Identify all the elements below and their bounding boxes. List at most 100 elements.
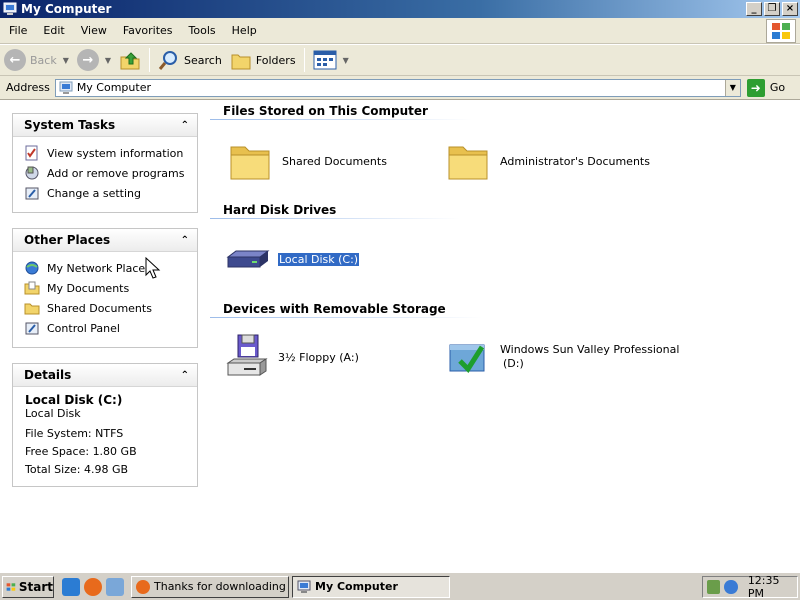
menu-tools[interactable]: Tools bbox=[181, 24, 224, 37]
content-area: System Tasks ⌃ View system information A… bbox=[0, 101, 800, 571]
menu-bar: File Edit View Favorites Tools Help bbox=[0, 18, 800, 44]
back-button[interactable]: ← Back ▼ bbox=[0, 46, 73, 74]
menu-file[interactable]: File bbox=[0, 24, 35, 37]
taskbar-firefox-task[interactable]: Thanks for downloading ... bbox=[131, 575, 289, 598]
administrators-documents-item[interactable]: Administrator's Documents bbox=[446, 137, 650, 185]
up-folder-icon bbox=[120, 52, 140, 70]
administrators-documents-label: Administrator's Documents bbox=[500, 154, 650, 168]
main-pane: Files Stored on This Computer Shared Doc… bbox=[210, 101, 800, 571]
section-divider bbox=[210, 218, 460, 219]
hard-disk-icon bbox=[226, 250, 270, 268]
collapse-chevron-icon[interactable]: ⌃ bbox=[181, 235, 189, 246]
mouse-cursor-icon bbox=[145, 257, 161, 279]
views-dropdown-icon[interactable]: ▼ bbox=[343, 56, 349, 65]
go-button[interactable]: ➜ Go bbox=[746, 78, 786, 97]
details-header[interactable]: Details ⌃ bbox=[13, 364, 197, 387]
go-label: Go bbox=[769, 81, 786, 94]
view-system-info-label: View system information bbox=[47, 146, 184, 160]
cd-drive-d-label: Windows Sun Valley Professional bbox=[500, 343, 680, 356]
go-arrow-icon: ➜ bbox=[746, 78, 765, 97]
title-bar: My Computer _ ❐ × bbox=[0, 0, 800, 18]
search-label: Search bbox=[184, 53, 222, 67]
my-computer-icon bbox=[3, 2, 17, 15]
system-tasks-header[interactable]: System Tasks ⌃ bbox=[13, 114, 197, 137]
clock[interactable]: 12:35 PM bbox=[748, 574, 797, 600]
floppy-drive-icon bbox=[226, 334, 268, 376]
add-remove-icon bbox=[24, 165, 40, 181]
folder-icon bbox=[448, 146, 488, 180]
details-title: Details bbox=[24, 368, 72, 382]
search-icon bbox=[158, 51, 178, 70]
change-setting-link[interactable]: Change a setting bbox=[24, 183, 197, 203]
control-panel-label: Control Panel bbox=[47, 321, 120, 335]
taskbar: Start Thanks for downloading ... My Comp… bbox=[0, 572, 800, 600]
close-button[interactable]: × bbox=[782, 2, 798, 16]
quick-launch bbox=[62, 577, 124, 596]
folders-button[interactable]: Folders bbox=[226, 46, 300, 74]
forward-dropdown-icon[interactable]: ▼ bbox=[105, 56, 111, 65]
up-folder-button[interactable] bbox=[115, 46, 145, 74]
other-places-header[interactable]: Other Places ⌃ bbox=[13, 229, 197, 252]
my-documents-link[interactable]: My Documents bbox=[24, 278, 197, 298]
maximize-button[interactable]: ❐ bbox=[764, 2, 780, 16]
floppy-a-item[interactable]: 3½ Floppy (A:) bbox=[224, 333, 359, 381]
local-disk-c-item[interactable]: Local Disk (C:) bbox=[224, 235, 361, 283]
shared-documents-label: Shared Documents bbox=[282, 154, 387, 168]
floppy-a-label: 3½ Floppy (A:) bbox=[278, 350, 359, 364]
forward-button[interactable]: → ▼ bbox=[73, 46, 115, 74]
other-places-title: Other Places bbox=[24, 233, 111, 247]
firefox-task-label: Thanks for downloading ... bbox=[154, 580, 289, 593]
internet-explorer-icon[interactable] bbox=[62, 577, 80, 596]
address-bar: Address My Computer ▼ ➜ Go bbox=[0, 76, 800, 100]
collapse-chevron-icon[interactable]: ⌃ bbox=[181, 370, 189, 381]
view-system-info-link[interactable]: View system information bbox=[24, 143, 197, 163]
address-label: Address bbox=[6, 81, 50, 94]
globe-tray-icon[interactable] bbox=[724, 580, 738, 594]
folder-icon bbox=[24, 300, 40, 316]
control-panel-link[interactable]: Control Panel bbox=[24, 318, 197, 338]
system-tray: 12:35 PM bbox=[702, 574, 798, 600]
start-button[interactable]: Start bbox=[2, 575, 54, 598]
firefox-icon[interactable] bbox=[84, 577, 102, 596]
task-pane: System Tasks ⌃ View system information A… bbox=[0, 101, 205, 571]
details-name: Local Disk (C:) bbox=[25, 393, 123, 407]
my-documents-label: My Documents bbox=[47, 281, 130, 295]
section-title-disks: Hard Disk Drives bbox=[223, 203, 337, 217]
cd-drive-icon bbox=[449, 344, 485, 373]
cd-drive-d-letter: (D:) bbox=[503, 357, 524, 370]
menu-help[interactable]: Help bbox=[224, 24, 265, 37]
collapse-chevron-icon[interactable]: ⌃ bbox=[181, 120, 189, 131]
details-panel: Details ⌃ Local Disk (C:) Local Disk Fil… bbox=[12, 363, 198, 487]
start-label: Start bbox=[18, 579, 53, 594]
details-type: Local Disk bbox=[25, 407, 81, 420]
control-panel-icon bbox=[24, 320, 40, 336]
system-info-icon bbox=[24, 145, 40, 161]
add-remove-programs-link[interactable]: Add or remove programs bbox=[24, 163, 197, 183]
shared-documents-link[interactable]: Shared Documents bbox=[24, 298, 197, 318]
menu-edit[interactable]: Edit bbox=[35, 24, 72, 37]
back-arrow-icon: ← bbox=[4, 49, 26, 71]
taskbar-my-computer-task[interactable]: My Computer bbox=[292, 575, 450, 598]
menu-favorites[interactable]: Favorites bbox=[115, 24, 181, 37]
forward-arrow-icon: → bbox=[76, 49, 99, 71]
show-desktop-icon[interactable] bbox=[106, 577, 124, 596]
toolbar-separator bbox=[303, 48, 305, 72]
back-dropdown-icon[interactable]: ▼ bbox=[63, 56, 69, 65]
address-input[interactable]: My Computer ▼ bbox=[54, 78, 741, 97]
my-computer-icon bbox=[59, 81, 73, 94]
window-title: My Computer bbox=[21, 2, 112, 16]
network-tray-icon[interactable] bbox=[707, 580, 721, 594]
network-places-link[interactable]: My Network Places bbox=[24, 258, 197, 278]
minimize-button[interactable]: _ bbox=[746, 2, 762, 16]
my-computer-icon bbox=[297, 580, 311, 593]
views-icon bbox=[313, 50, 337, 70]
search-button[interactable]: Search bbox=[154, 46, 226, 74]
menu-view[interactable]: View bbox=[73, 24, 115, 37]
views-button[interactable]: ▼ bbox=[309, 46, 353, 74]
shared-documents-label: Shared Documents bbox=[47, 301, 152, 315]
folders-label: Folders bbox=[255, 53, 296, 67]
address-dropdown-icon[interactable]: ▼ bbox=[724, 79, 740, 96]
cd-drive-d-item[interactable]: Windows Sun Valley Professional (D:) bbox=[446, 333, 679, 381]
address-value: My Computer bbox=[76, 81, 151, 94]
shared-documents-item[interactable]: Shared Documents bbox=[228, 137, 387, 185]
